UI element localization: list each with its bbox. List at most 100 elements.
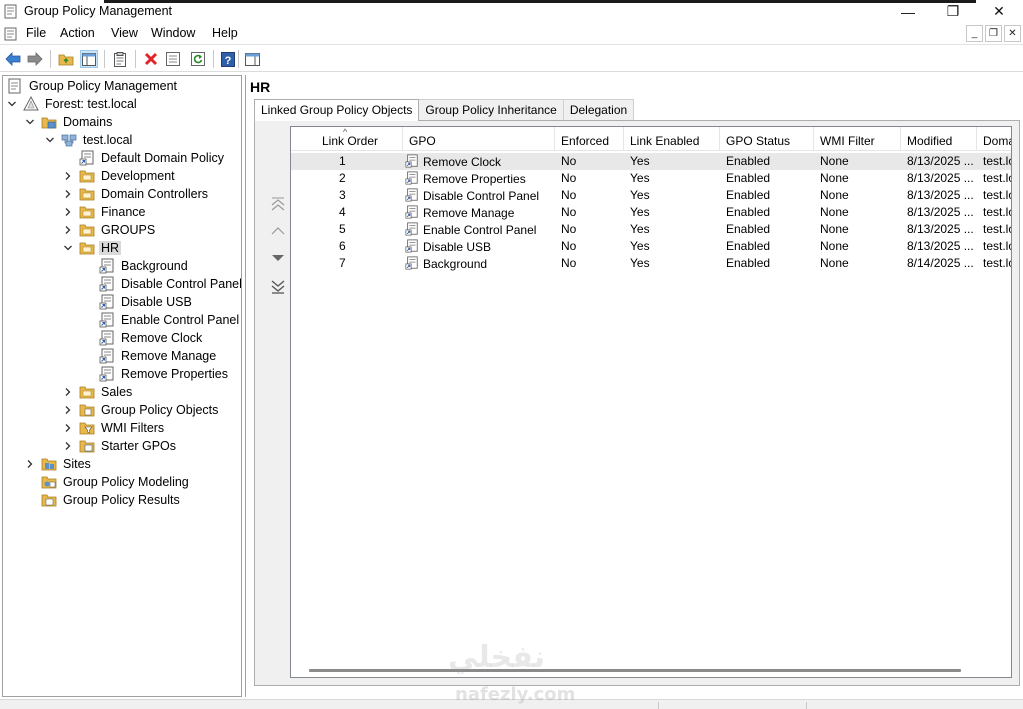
maximize-button[interactable]: ❐	[930, 0, 976, 23]
tree-node-hr-link[interactable]: Remove Manage	[99, 347, 218, 365]
mdi-minimize-button[interactable]: _	[966, 25, 983, 42]
mdi-close-icon: ✕	[1008, 28, 1017, 39]
column-header-gpo[interactable]: GPO	[403, 127, 555, 151]
table-row[interactable]: 2 Remove Properties No Yes Enabled None 8/13/2…	[291, 170, 1011, 187]
close-button[interactable]: ✕	[976, 0, 1022, 23]
move-to-top-button[interactable]	[269, 196, 287, 212]
horizontal-scrollbar[interactable]	[309, 669, 961, 672]
tree-node-hr-link[interactable]: Remove Properties	[99, 365, 230, 383]
mdi-close-button[interactable]: ✕	[1004, 25, 1021, 42]
expand-chevron-icon[interactable]	[63, 387, 73, 397]
expand-chevron-icon[interactable]	[63, 405, 73, 415]
move-to-bottom-icon	[271, 280, 285, 294]
cell-domain: test.lo	[983, 188, 1011, 202]
menu-window[interactable]: Window	[151, 26, 195, 40]
menu-action[interactable]: Action	[60, 26, 95, 40]
move-to-bottom-button[interactable]	[269, 279, 287, 295]
tree-node-group-policy-objects[interactable]: Group Policy Objects	[63, 401, 220, 419]
collapse-chevron-icon[interactable]	[63, 243, 73, 253]
tree-node-gp-modeling[interactable]: Group Policy Modeling	[41, 473, 191, 491]
table-row[interactable]: 1 Remove Clock No Yes Enabled None 8/13/2025 .…	[291, 153, 1011, 170]
show-hide-tree-button[interactable]	[80, 50, 98, 68]
column-header-enforced[interactable]: Enforced	[555, 127, 624, 151]
tree-node-gp-results[interactable]: Group Policy Results	[41, 491, 182, 509]
tree-node-ou-domain-controllers[interactable]: Domain Controllers	[63, 185, 210, 203]
expand-chevron-icon[interactable]	[63, 189, 73, 199]
menu-view[interactable]: View	[111, 26, 138, 40]
expand-chevron-icon[interactable]	[63, 225, 73, 235]
ou-folder-icon	[79, 186, 95, 202]
cell-wmi-filter: None	[820, 171, 849, 185]
tree-node-forest[interactable]: Forest: test.local	[7, 95, 139, 113]
export-list-button[interactable]	[164, 50, 182, 68]
tree-node-ou-finance[interactable]: Finance	[63, 203, 147, 221]
tree-node-hr-link[interactable]: Disable USB	[99, 293, 194, 311]
move-up-button[interactable]	[269, 223, 287, 239]
minimize-button[interactable]: —	[885, 0, 931, 23]
cell-gpo-name: Enable Control Panel	[405, 222, 536, 237]
tree-node-domains[interactable]: Domains	[25, 113, 114, 131]
column-header-domain[interactable]: Doma	[977, 127, 1011, 151]
cell-text: Remove Clock	[423, 155, 502, 169]
tree-node-wmi-filters[interactable]: WMI Filters	[63, 419, 166, 437]
properties-button[interactable]	[111, 50, 129, 68]
tree-node-ou-development[interactable]: Development	[63, 167, 177, 185]
table-row[interactable]: 5 Enable Control Panel No Yes Enabled None 8/1…	[291, 221, 1011, 238]
cell-domain: test.lo	[983, 205, 1011, 219]
table-row[interactable]: 6 Disable USB No Yes Enabled None 8/13/2025 ..…	[291, 238, 1011, 255]
forward-button[interactable]	[26, 50, 44, 68]
tree-node-ou-hr[interactable]: HR	[63, 239, 122, 257]
move-down-button[interactable]	[269, 250, 287, 266]
tree-node-hr-link[interactable]: Enable Control Panel	[99, 311, 241, 329]
expand-chevron-icon[interactable]	[63, 207, 73, 217]
tree-node-gpm-root[interactable]: Group Policy Management	[7, 77, 179, 95]
table-row[interactable]: 3 Disable Control Panel No Yes Enabled None 8/…	[291, 187, 1011, 204]
collapse-chevron-icon[interactable]	[25, 117, 35, 127]
column-header-link-order[interactable]: Link Order	[291, 127, 403, 151]
expand-chevron-icon[interactable]	[25, 459, 35, 469]
collapse-chevron-icon[interactable]	[7, 99, 17, 109]
tree-node-default-domain-policy[interactable]: Default Domain Policy	[79, 149, 226, 167]
tree-node-hr-link[interactable]: Disable Control Panel	[99, 275, 241, 293]
mdi-system-menu-icon[interactable]	[4, 27, 18, 41]
menu-help[interactable]: Help	[212, 26, 238, 40]
back-button[interactable]	[4, 50, 22, 68]
cell-text: 8/14/2025 ...	[907, 256, 974, 270]
tab-linked-gpos[interactable]: Linked Group Policy Objects	[254, 99, 420, 121]
column-header-wmi-filter[interactable]: WMI Filter	[814, 127, 901, 151]
tree-node-hr-link[interactable]: Remove Clock	[99, 329, 204, 347]
tree-node-sites[interactable]: Sites	[25, 455, 93, 473]
tree-node-hr-link[interactable]: Background	[99, 257, 190, 275]
tree-node-domain[interactable]: test.local	[45, 131, 134, 149]
cell-enforced: No	[561, 239, 576, 253]
column-header-modified[interactable]: Modified	[901, 127, 977, 151]
expand-chevron-icon[interactable]	[63, 441, 73, 451]
expand-chevron-icon[interactable]	[63, 423, 73, 433]
menu-file[interactable]: File	[26, 26, 46, 40]
table-row[interactable]: 7 Background No Yes Enabled None 8/14/2025 ...…	[291, 255, 1011, 272]
tab-gp-inheritance[interactable]: Group Policy Inheritance	[418, 99, 564, 120]
tab-delegation[interactable]: Delegation	[562, 99, 635, 120]
cell-modified: 8/13/2025 ...	[907, 171, 974, 185]
tree-node-starter-gpos[interactable]: Starter GPOs	[63, 437, 178, 455]
menu-bar: File Action View Window Help _ ❐ ✕	[0, 23, 1023, 45]
refresh-button[interactable]	[189, 50, 207, 68]
table-row[interactable]: 4 Remove Manage No Yes Enabled None 8/13/2025 …	[291, 204, 1011, 221]
show-hide-tree-icon	[82, 52, 96, 66]
help-button[interactable]: ?	[219, 50, 237, 68]
tree-label: Starter GPOs	[101, 439, 177, 453]
tree-node-ou-sales[interactable]: Sales	[63, 383, 134, 401]
delete-button[interactable]	[142, 50, 160, 68]
tree-label: Group Policy Results	[63, 493, 180, 507]
tree-label: Disable USB	[121, 295, 192, 309]
show-action-pane-button[interactable]	[243, 50, 261, 68]
column-header-link-enabled[interactable]: Link Enabled	[624, 127, 720, 151]
tree-node-ou-groups[interactable]: GROUPS	[63, 221, 157, 239]
window-top-edge	[104, 0, 976, 3]
column-header-gpo-status[interactable]: GPO Status	[720, 127, 814, 151]
collapse-chevron-icon[interactable]	[45, 135, 55, 145]
expand-chevron-icon[interactable]	[63, 171, 73, 181]
tree-label: Finance	[101, 205, 146, 219]
up-one-level-button[interactable]	[57, 50, 75, 68]
mdi-restore-button[interactable]: ❐	[985, 25, 1002, 42]
